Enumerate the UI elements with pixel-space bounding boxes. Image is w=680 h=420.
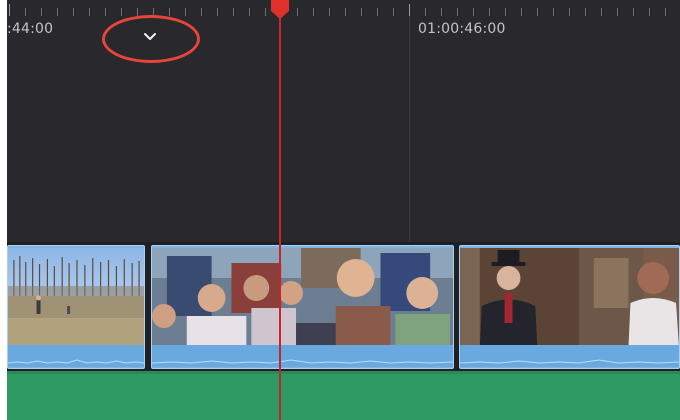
playhead-line[interactable]	[279, 0, 281, 420]
video-clip-top-hat[interactable]	[459, 245, 680, 369]
audio-track[interactable]	[7, 371, 680, 420]
timecode-gridline-2	[409, 16, 410, 242]
timeline-panel[interactable]: :44:00 01:00:46:00	[7, 0, 680, 420]
clip-audio-waveform	[8, 345, 144, 367]
audio-track-edge	[7, 371, 680, 374]
timecode-label-mid: 01:00:46:00	[418, 21, 506, 37]
video-clip-crowd[interactable]	[151, 245, 454, 369]
playhead-handle[interactable]	[270, 0, 290, 20]
clip-thumbnail-crowd	[152, 248, 453, 347]
annotation-highlight-circle	[102, 15, 200, 63]
clip-thumbnail-field	[8, 248, 144, 347]
clip-audio-waveform	[152, 345, 453, 367]
empty-track-area[interactable]	[7, 48, 680, 242]
clip-thumbnail-top-hat	[460, 248, 679, 347]
video-track[interactable]	[7, 242, 680, 371]
ruler-ticks	[9, 4, 666, 16]
timecode-label-start: :44:00	[7, 21, 54, 37]
video-clip-field[interactable]	[7, 245, 145, 369]
clip-audio-waveform	[460, 345, 679, 367]
